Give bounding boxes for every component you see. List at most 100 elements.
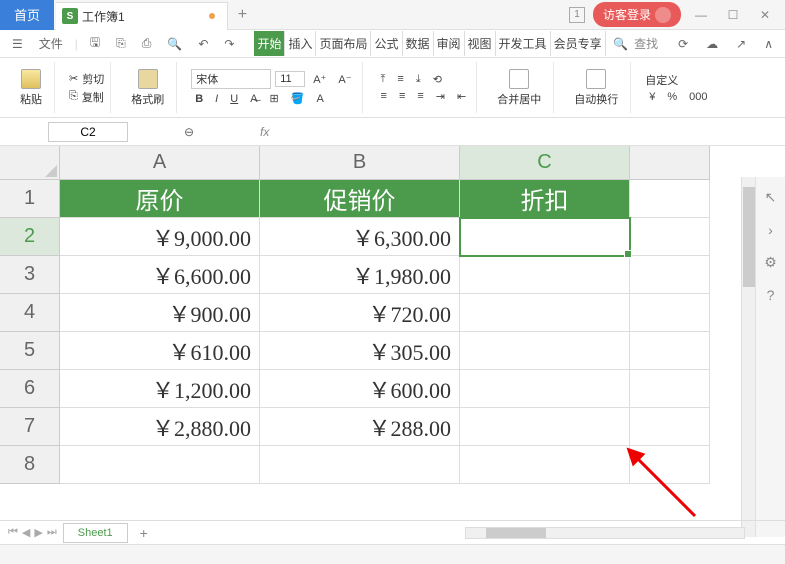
vertical-scrollbar[interactable]	[741, 177, 755, 537]
align-right-icon[interactable]: ≡	[413, 89, 427, 103]
cell-d2[interactable]	[630, 218, 710, 256]
cell-b1[interactable]: 促销价	[260, 180, 460, 218]
font-name-select[interactable]: 宋体	[191, 69, 271, 89]
comma-button[interactable]: 000	[685, 90, 711, 104]
cell-c4[interactable]	[460, 294, 630, 332]
minimize-button[interactable]: —	[689, 3, 713, 27]
align-center-icon[interactable]: ≡	[395, 89, 409, 103]
tab-document[interactable]: S 工作簿1	[56, 2, 228, 30]
cut-button[interactable]: ✂剪切	[69, 71, 104, 87]
row-header-2[interactable]: 2	[0, 218, 60, 256]
col-header-d[interactable]	[630, 146, 710, 180]
login-button[interactable]: 访客登录	[593, 2, 681, 27]
cell-a1[interactable]: 原价	[60, 180, 260, 218]
indent-icon[interactable]: ⇥	[432, 89, 449, 104]
chevron-right-icon[interactable]: ›	[768, 222, 773, 238]
cell-a8[interactable]	[60, 446, 260, 484]
tab-insert[interactable]: 插入	[285, 31, 316, 56]
row-header-4[interactable]: 4	[0, 294, 60, 332]
zoom-out-icon[interactable]: ⊖	[182, 125, 196, 139]
outdent-icon[interactable]: ⇤	[453, 89, 470, 104]
align-middle-icon[interactable]: ≡	[393, 72, 407, 86]
underline-button[interactable]: U	[226, 92, 242, 106]
cell-a2[interactable]: ￥9,000.00	[60, 218, 260, 256]
cell-b7[interactable]: ￥288.00	[260, 408, 460, 446]
tab-dev-tools[interactable]: 开发工具	[496, 31, 551, 56]
share-icon[interactable]: ↗	[732, 35, 750, 53]
tab-review[interactable]: 审阅	[434, 31, 465, 56]
hscroll-thumb[interactable]	[486, 528, 546, 538]
format-painter-button[interactable]: 格式刷	[125, 69, 170, 107]
font-size-select[interactable]: 11	[275, 71, 305, 87]
cell-c6[interactable]	[460, 370, 630, 408]
sheet-last-icon[interactable]: ⏭	[47, 526, 57, 539]
fill-color-button[interactable]: 🪣	[287, 91, 309, 106]
add-sheet-button[interactable]: +	[134, 525, 154, 541]
sheet-tab-sheet1[interactable]: Sheet1	[63, 523, 128, 543]
tab-formula[interactable]: 公式	[371, 31, 402, 56]
save-as-icon[interactable]: ⎘	[112, 34, 130, 53]
cell-a3[interactable]: ￥6,600.00	[60, 256, 260, 294]
cell-d6[interactable]	[630, 370, 710, 408]
cell-b4[interactable]: ￥720.00	[260, 294, 460, 332]
tab-view[interactable]: 视图	[465, 31, 496, 56]
cell-c5[interactable]	[460, 332, 630, 370]
cell-a6[interactable]: ￥1,200.00	[60, 370, 260, 408]
cloud-icon[interactable]: ⟳	[674, 35, 692, 53]
cell-b3[interactable]: ￥1,980.00	[260, 256, 460, 294]
cell-b6[interactable]: ￥600.00	[260, 370, 460, 408]
cell-a7[interactable]: ￥2,880.00	[60, 408, 260, 446]
cell-d3[interactable]	[630, 256, 710, 294]
help-icon[interactable]: ?	[767, 287, 775, 303]
menu-icon[interactable]: ☰	[8, 35, 27, 53]
cell-d5[interactable]	[630, 332, 710, 370]
wrap-text-button[interactable]: 自动换行	[568, 69, 624, 107]
tab-start[interactable]: 开始	[254, 31, 285, 56]
bold-button[interactable]: B	[191, 92, 207, 106]
collapse-ribbon-icon[interactable]: ∧	[760, 35, 777, 53]
close-button[interactable]: ✕	[753, 3, 777, 27]
align-bottom-icon[interactable]: ⤓	[412, 72, 425, 87]
cell-d4[interactable]	[630, 294, 710, 332]
name-box[interactable]	[48, 122, 128, 142]
align-top-icon[interactable]: ⤒	[377, 72, 390, 87]
cloud-sync-icon[interactable]: ☁	[702, 35, 722, 53]
cell-d7[interactable]	[630, 408, 710, 446]
cell-d1[interactable]	[630, 180, 710, 218]
undo-icon[interactable]: ↶	[194, 35, 212, 53]
col-header-b[interactable]: B	[260, 146, 460, 180]
increase-font-icon[interactable]: A⁺	[309, 72, 330, 87]
cell-c3[interactable]	[460, 256, 630, 294]
orientation-icon[interactable]: ⟲	[429, 72, 446, 87]
currency-button[interactable]: ¥	[645, 90, 659, 104]
tab-data[interactable]: 数据	[403, 31, 434, 56]
row-header-5[interactable]: 5	[0, 332, 60, 370]
col-header-c[interactable]: C	[460, 146, 630, 180]
cell-a5[interactable]: ￥610.00	[60, 332, 260, 370]
search-box[interactable]: 🔍 查找	[613, 35, 658, 52]
font-color-button[interactable]: A	[312, 92, 327, 106]
cell-c7[interactable]	[460, 408, 630, 446]
border-button[interactable]: ⊞	[266, 91, 283, 106]
sheet-prev-icon[interactable]: ◀	[22, 526, 30, 539]
tab-page-layout[interactable]: 页面布局	[316, 31, 371, 56]
strikethrough-button[interactable]: A̶	[246, 92, 261, 106]
redo-icon[interactable]: ↷	[220, 35, 238, 53]
fx-icon[interactable]: fx	[260, 125, 269, 139]
vscroll-thumb[interactable]	[743, 187, 755, 287]
cell-a4[interactable]: ￥900.00	[60, 294, 260, 332]
row-header-6[interactable]: 6	[0, 370, 60, 408]
file-menu[interactable]: 文件	[35, 33, 67, 54]
percent-button[interactable]: %	[663, 90, 681, 104]
sheet-first-icon[interactable]: ⏮	[8, 526, 18, 539]
tab-add-button[interactable]: +	[228, 6, 257, 24]
row-header-1[interactable]: 1	[0, 180, 60, 218]
sheet-next-icon[interactable]: ▶	[34, 526, 42, 539]
align-left-icon[interactable]: ≡	[377, 89, 391, 103]
col-header-a[interactable]: A	[60, 146, 260, 180]
italic-button[interactable]: I	[211, 92, 222, 106]
preview-icon[interactable]: 🔍	[163, 35, 186, 53]
row-header-8[interactable]: 8	[0, 446, 60, 484]
tab-member[interactable]: 会员专享	[551, 31, 606, 56]
print-icon[interactable]: ⎙	[138, 34, 156, 53]
